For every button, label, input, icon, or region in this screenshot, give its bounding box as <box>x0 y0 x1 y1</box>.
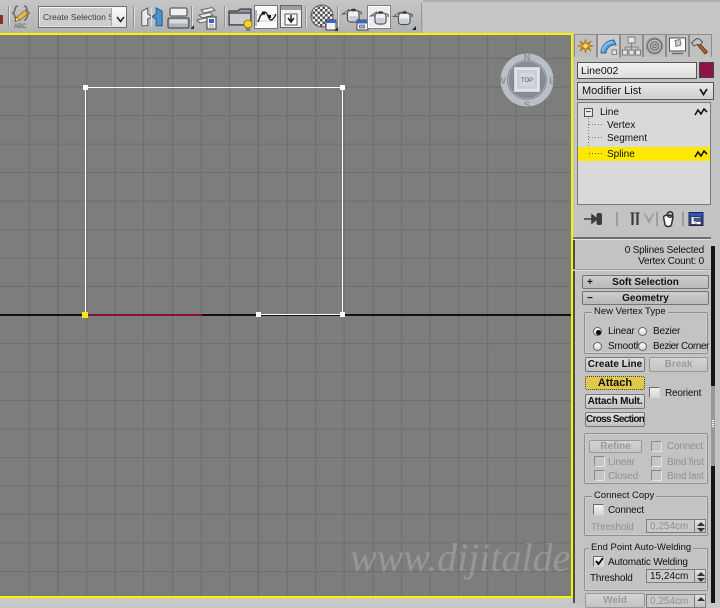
svg-text:N: N <box>524 52 531 63</box>
svg-text:E: E <box>549 76 555 87</box>
svg-text:TOP: TOP <box>521 78 533 84</box>
svg-text:W: W <box>498 76 506 87</box>
svg-text:S: S <box>524 100 530 109</box>
svg-text:ABC: ABC <box>14 24 27 30</box>
